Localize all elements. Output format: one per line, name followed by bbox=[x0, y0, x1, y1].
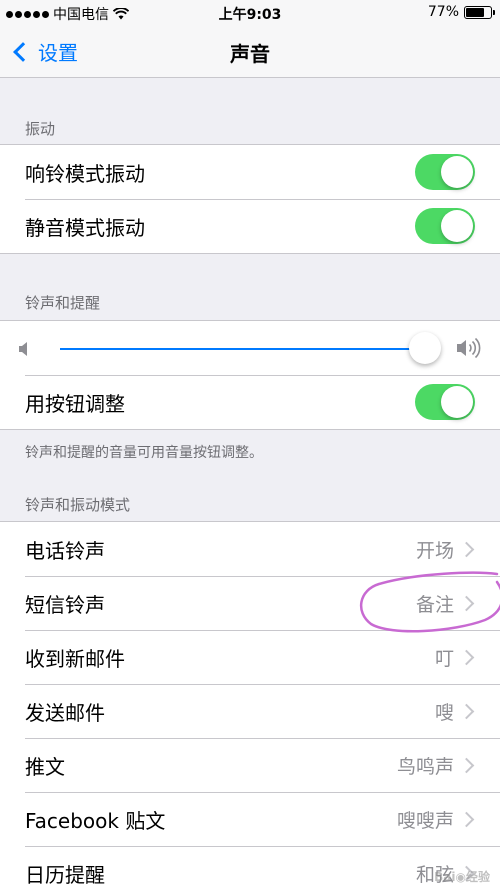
chevron-right-icon bbox=[458, 649, 475, 666]
row-value: 鸟鸣声 bbox=[396, 755, 454, 778]
vibrate-on-ring-row: 响铃模式振动 bbox=[0, 145, 500, 199]
row-value: 开场 bbox=[415, 539, 454, 562]
toggle-knob bbox=[441, 156, 473, 188]
battery-percent: 77% bbox=[427, 4, 459, 20]
row-value: 备注 bbox=[415, 593, 454, 616]
section-header-vibration: 振动 bbox=[25, 120, 56, 138]
list-item-ringtone[interactable]: 电话铃声 开场 bbox=[0, 522, 500, 576]
vibrate-on-ring-toggle[interactable] bbox=[415, 154, 475, 190]
list-item-tweet[interactable]: 推文 鸟鸣声 bbox=[0, 738, 500, 792]
list-item-text-tone[interactable]: 短信铃声 备注 bbox=[0, 576, 500, 630]
volume-slider[interactable] bbox=[60, 332, 441, 364]
section-header-patterns: 铃声和振动模式 bbox=[25, 496, 131, 514]
toggle-knob bbox=[441, 386, 473, 418]
list-item-calendar-alerts[interactable]: 日历提醒 和弦 bbox=[0, 846, 500, 891]
row-label: 响铃模式振动 bbox=[25, 161, 145, 186]
row-value: 嗖 bbox=[434, 701, 454, 724]
toggle-knob bbox=[441, 210, 473, 242]
row-label: 电话铃声 bbox=[25, 538, 105, 563]
nav-bar: 设置 声音 bbox=[0, 26, 500, 78]
page-title: 声音 bbox=[230, 42, 270, 66]
row-label: 推文 bbox=[25, 754, 65, 779]
vibration-group: 响铃模式振动 静音模式振动 bbox=[0, 144, 500, 254]
chevron-right-icon bbox=[458, 595, 475, 612]
volume-slider-fill bbox=[60, 348, 425, 350]
volume-slider-thumb[interactable] bbox=[408, 332, 441, 364]
row-value: 嗖嗖声 bbox=[396, 809, 454, 832]
speaker-low-icon bbox=[19, 342, 27, 356]
row-label: 日历提醒 bbox=[25, 862, 105, 887]
vibrate-on-silent-row: 静音模式振动 bbox=[0, 199, 500, 253]
row-value: 叮 bbox=[434, 647, 454, 670]
change-with-buttons-toggle[interactable] bbox=[415, 384, 475, 420]
status-right: 77% bbox=[427, 4, 495, 20]
status-bar: 中国电信 上午9:03 77% bbox=[0, 0, 500, 26]
speaker-high-icon bbox=[457, 337, 481, 359]
ringer-footer-note: 铃声和提醒的音量可用音量按钮调整。 bbox=[25, 445, 263, 461]
battery-fill bbox=[466, 7, 485, 17]
ringer-group: 用按钮调整 bbox=[0, 320, 500, 430]
change-with-buttons-row: 用按钮调整 bbox=[0, 375, 500, 429]
chevron-right-icon bbox=[458, 703, 475, 720]
list-item-sent-mail[interactable]: 发送邮件 嗖 bbox=[0, 684, 500, 738]
patterns-group: 电话铃声 开场 短信铃声 备注 收到新邮件 叮 发送邮件 嗖 推文 鸟鸣声 Fa… bbox=[0, 521, 500, 891]
chevron-right-icon bbox=[458, 541, 475, 558]
battery-icon bbox=[464, 5, 495, 19]
status-time: 上午9:03 bbox=[218, 7, 282, 23]
row-label: Facebook 贴文 bbox=[25, 808, 166, 833]
row-label: 用按钮调整 bbox=[25, 391, 125, 416]
row-label: 短信铃声 bbox=[25, 592, 105, 617]
volume-slider-row bbox=[0, 321, 500, 375]
row-label: 收到新邮件 bbox=[25, 646, 125, 671]
list-item-facebook-post[interactable]: Facebook 贴文 嗖嗖声 bbox=[0, 792, 500, 846]
section-header-ringer: 铃声和提醒 bbox=[25, 294, 101, 312]
chevron-right-icon bbox=[458, 811, 475, 828]
row-label: 静音模式振动 bbox=[25, 215, 145, 240]
row-label: 发送邮件 bbox=[25, 700, 105, 725]
list-item-new-mail[interactable]: 收到新邮件 叮 bbox=[0, 630, 500, 684]
vibrate-on-silent-toggle[interactable] bbox=[415, 208, 475, 244]
watermark-logo: Bai◉经验 bbox=[434, 870, 490, 884]
chevron-right-icon bbox=[458, 757, 475, 774]
